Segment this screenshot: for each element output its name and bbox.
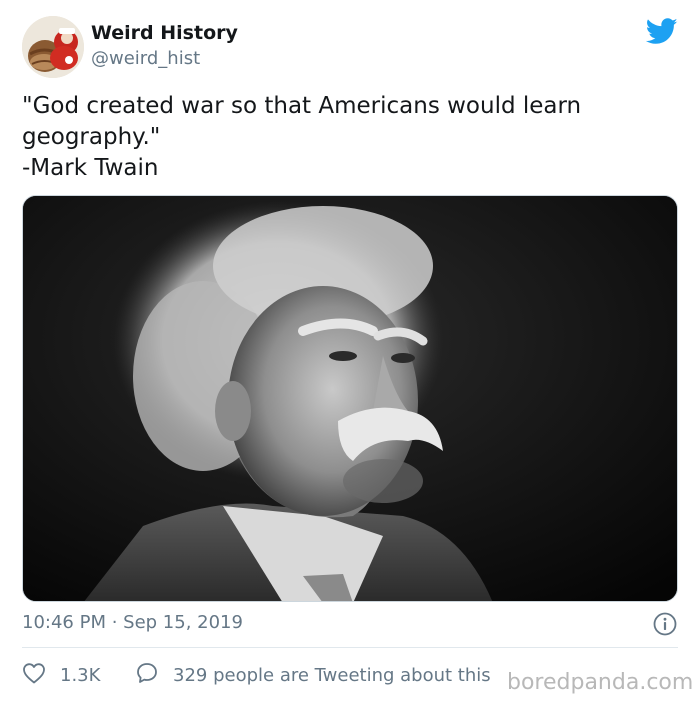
like-button[interactable]: 1.3K xyxy=(22,662,100,688)
speech-bubble-icon xyxy=(135,661,159,689)
author-avatar[interactable] xyxy=(22,16,84,78)
tweet-photo[interactable] xyxy=(22,195,678,602)
author-name[interactable]: Weird History xyxy=(91,22,238,44)
tweet-text-line: "God created war so that Americans would… xyxy=(22,93,582,119)
portrait-image xyxy=(23,196,677,601)
tweet-text-line: -Mark Twain xyxy=(22,155,159,181)
tweet-text: "God created war so that Americans would… xyxy=(22,91,662,184)
conversation-link[interactable]: 329 people are Tweeting about this xyxy=(135,662,491,688)
divider xyxy=(22,647,678,648)
heart-icon xyxy=(22,662,46,688)
tweet-text-line: geography." xyxy=(22,124,161,150)
tweet-timestamp[interactable]: 10:46 PM · Sep 15, 2019 xyxy=(22,612,243,633)
tweet-card: Weird History @weird_hist "God created w… xyxy=(0,0,700,704)
like-count: 1.3K xyxy=(60,664,101,686)
avatar-image xyxy=(22,16,84,78)
author-handle[interactable]: @weird_hist xyxy=(91,48,200,69)
tweeting-about-this-text: 329 people are Tweeting about this xyxy=(173,664,491,686)
watermark: boredpanda.com xyxy=(505,670,696,695)
info-icon[interactable] xyxy=(653,612,677,636)
twitter-bird-icon[interactable] xyxy=(645,18,678,45)
